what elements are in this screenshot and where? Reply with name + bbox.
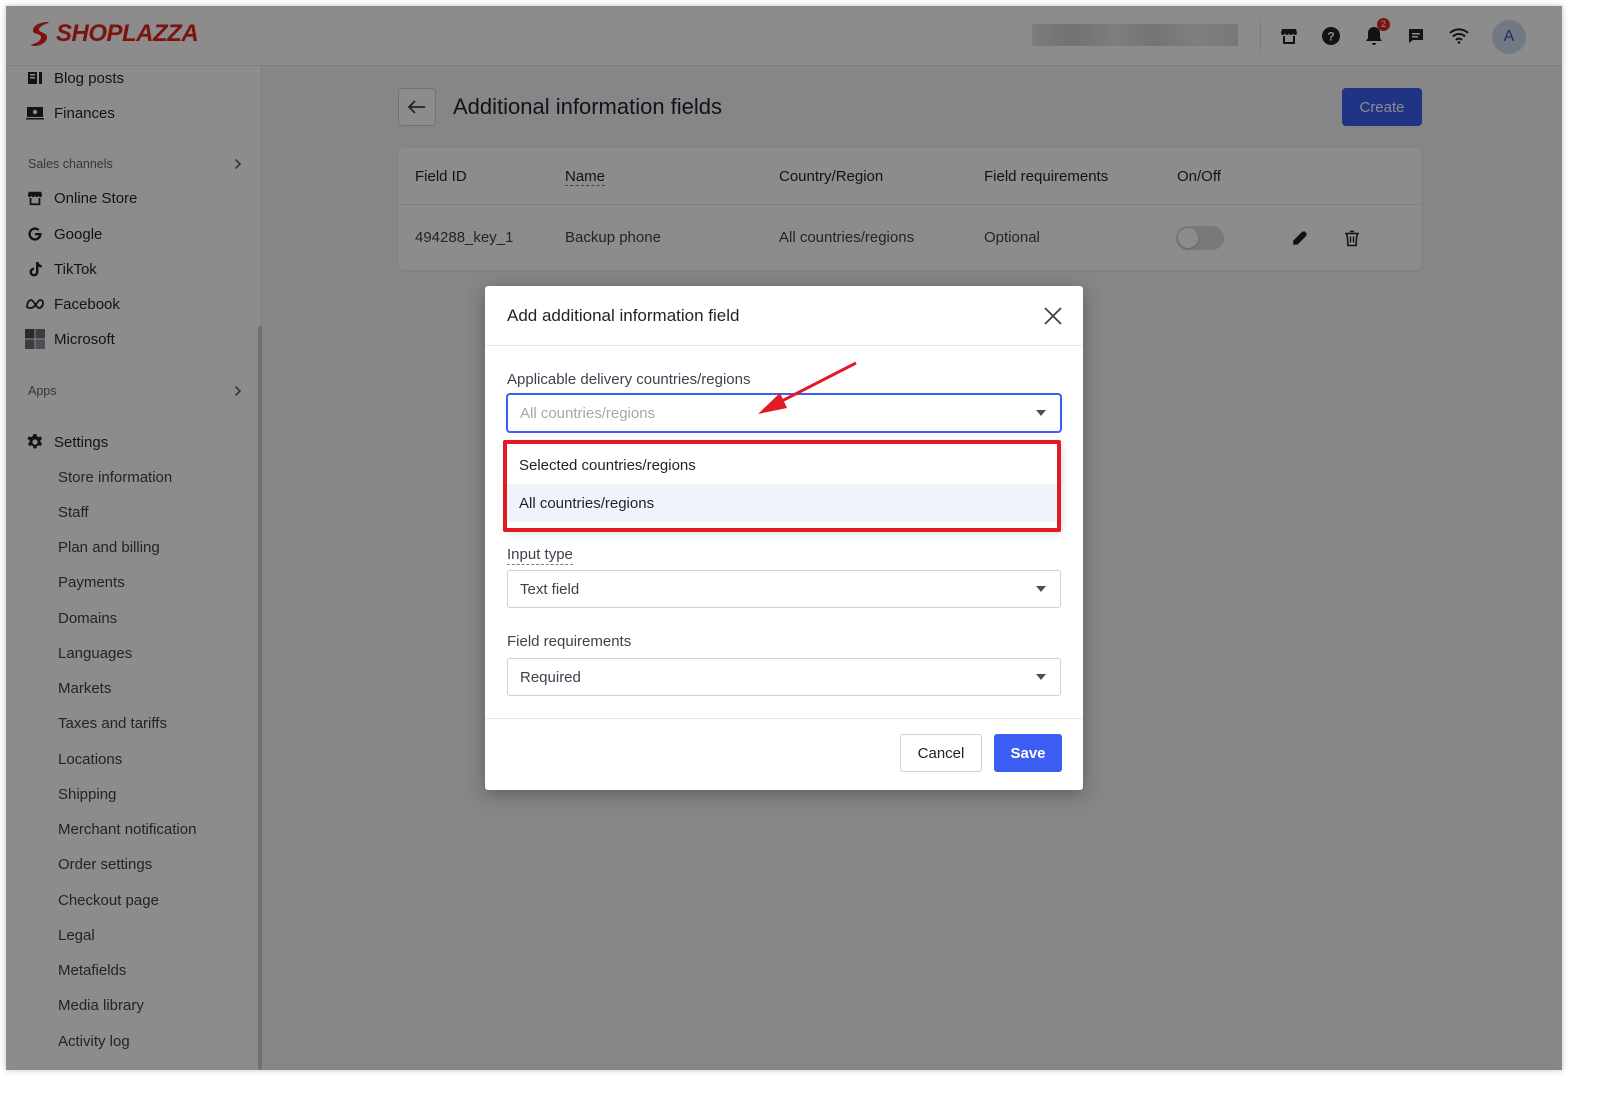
caret-down-icon (1036, 410, 1046, 416)
dialog-footer-divider (485, 718, 1083, 719)
input-type-select-value: Text field (520, 580, 580, 598)
dialog-title: Add additional information field (507, 306, 740, 325)
input-type-label: Input type (507, 546, 573, 565)
close-button[interactable] (1041, 304, 1065, 328)
countries-label: Applicable delivery countries/regions (507, 371, 751, 388)
option-all-countries[interactable]: All countries/regions (507, 484, 1061, 522)
caret-down-icon (1036, 586, 1046, 592)
close-icon (1044, 307, 1062, 325)
countries-select[interactable]: All countries/regions (507, 394, 1061, 432)
dialog-header-divider (485, 345, 1083, 346)
caret-down-icon (1036, 674, 1046, 680)
requirements-select-value: Required (520, 668, 581, 686)
option-selected-countries[interactable]: Selected countries/regions (507, 446, 1061, 484)
countries-select-value: All countries/regions (520, 404, 656, 422)
app-window: SHOPLAZZA ? 2 A Blog posts Finances Sale… (6, 6, 1562, 1070)
requirements-label: Field requirements (507, 633, 632, 650)
save-button[interactable]: Save (994, 734, 1062, 772)
cancel-button[interactable]: Cancel (900, 734, 982, 772)
countries-dropdown: Selected countries/regions All countries… (507, 441, 1061, 529)
add-field-dialog: Add additional information field Applica… (485, 286, 1083, 790)
requirements-select[interactable]: Required (507, 658, 1061, 696)
input-type-select[interactable]: Text field (507, 570, 1061, 608)
